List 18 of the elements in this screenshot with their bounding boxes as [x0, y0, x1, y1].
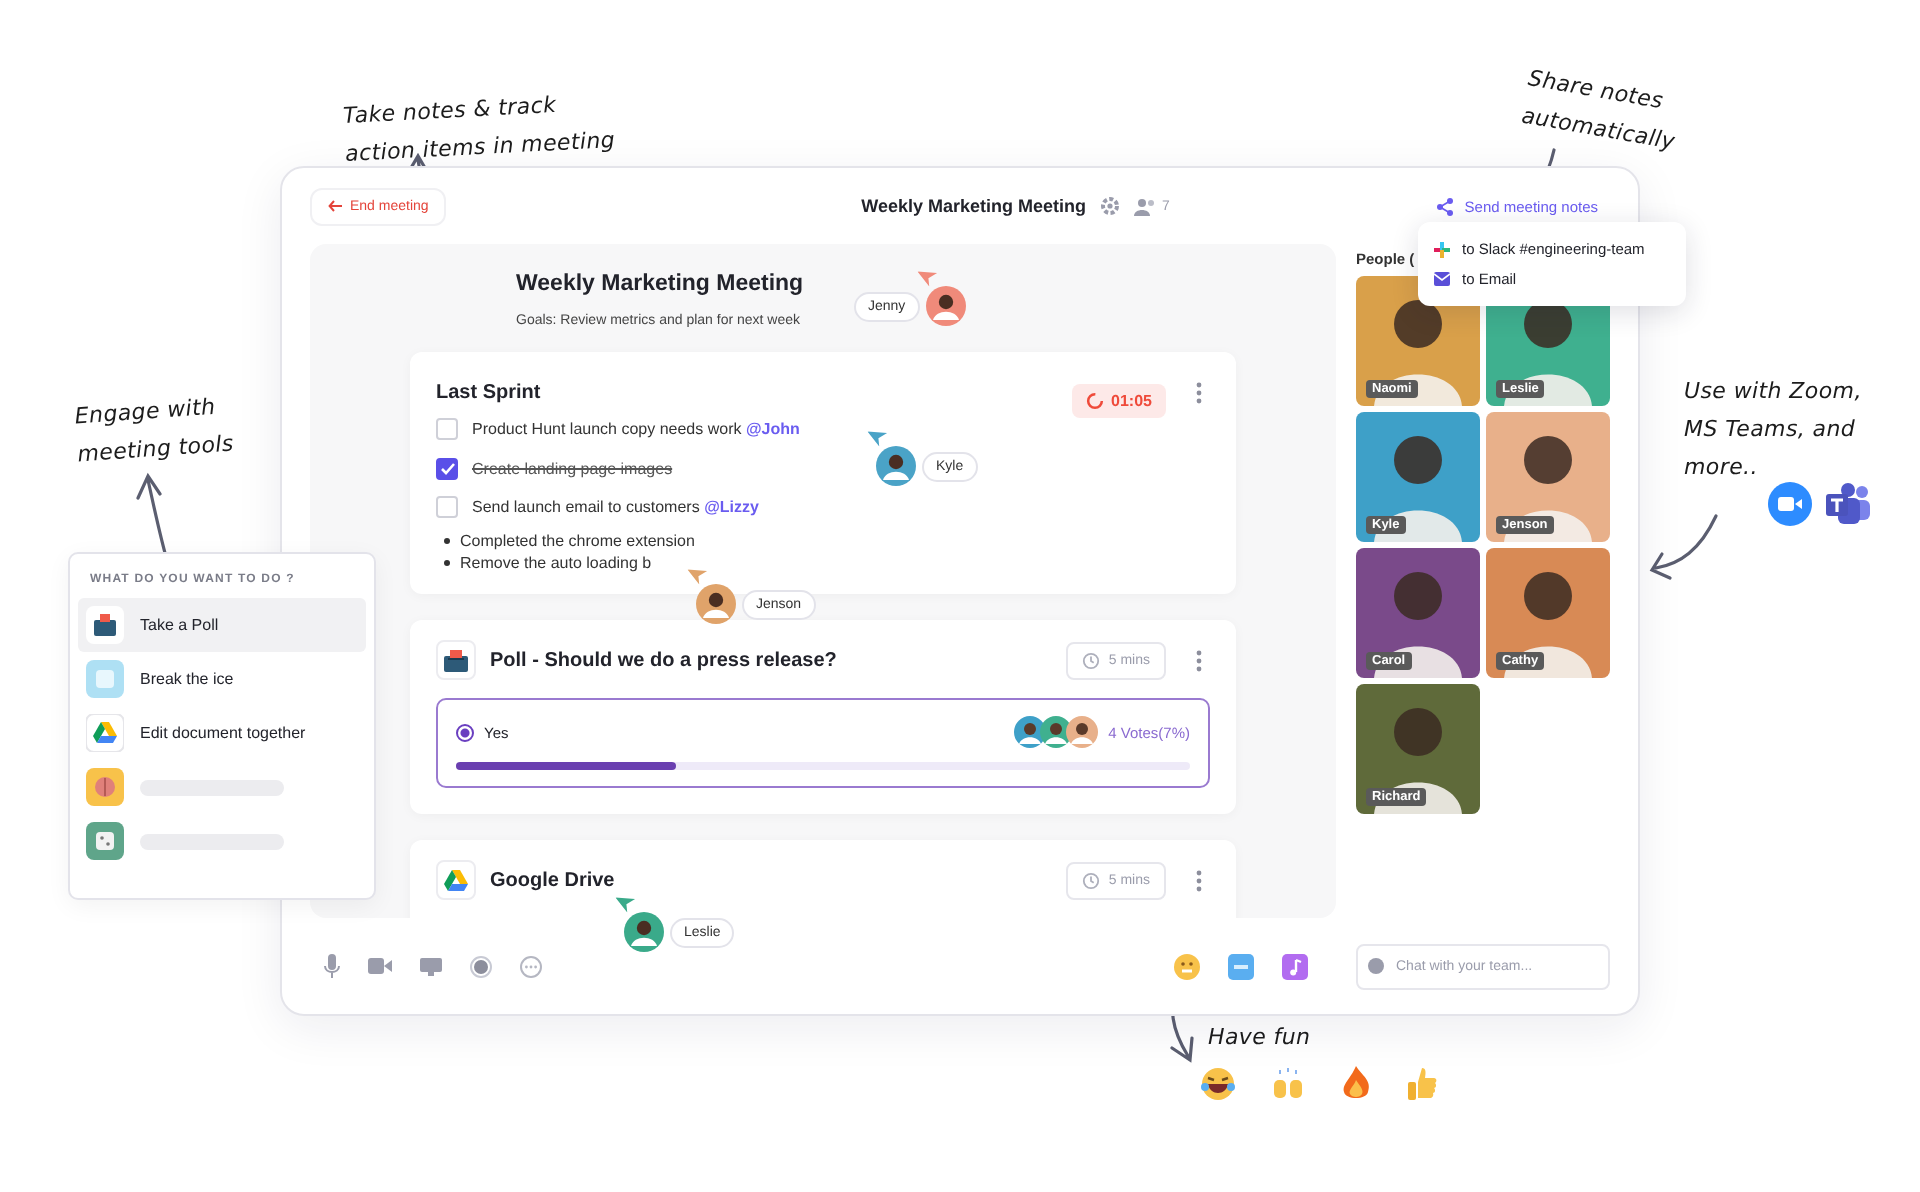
- document-title: Weekly Marketing Meeting: [516, 270, 806, 298]
- card-title: Poll - Should we do a press release?: [490, 649, 839, 671]
- bullet-text: Remove the auto loading b: [460, 551, 652, 573]
- menu-item[interactable]: Edit document together: [78, 706, 366, 760]
- card-title: Google Drive: [490, 869, 617, 891]
- task-text: Product Hunt launch copy needs work @John: [472, 420, 800, 439]
- handwritten-note: Engage with meeting tools: [73, 391, 235, 472]
- timer: 01:05: [1071, 383, 1166, 417]
- meeting-title: Weekly Marketing Meeting: [861, 196, 1087, 216]
- menu-item[interactable]: Break the ice: [78, 652, 366, 706]
- handwritten-note: Use with Zoom, MS Teams, and more..: [1684, 376, 1862, 484]
- handwritten-note: Take notes & track action items in meeting: [342, 89, 617, 172]
- card-title: Last Sprint: [436, 381, 543, 403]
- task-text: Create landing page images: [472, 459, 673, 478]
- handwritten-note: Have fun: [1208, 1022, 1311, 1054]
- task-text: Send launch email to customers @Lizzy: [472, 498, 759, 517]
- menu-item[interactable]: Take a Poll: [78, 598, 366, 652]
- bullet-text: Completed the chrome extension: [460, 529, 695, 551]
